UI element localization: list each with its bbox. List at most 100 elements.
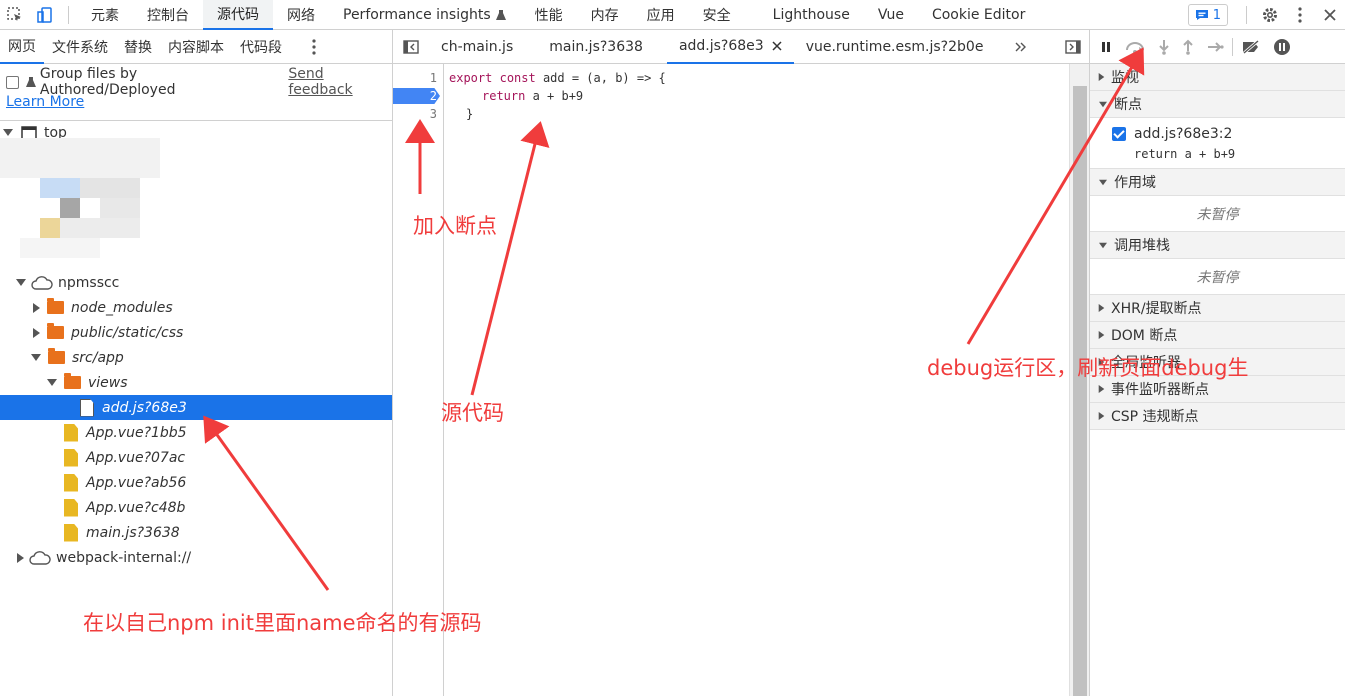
section-call-stack[interactable]: 调用堆栈 [1090, 232, 1345, 259]
close-tab-icon[interactable] [772, 40, 782, 51]
tab-sources[interactable]: 源代码 [203, 0, 273, 30]
editor-tab-label: add.js?68e3 [678, 37, 764, 54]
tree-item-npmsscc[interactable]: npmsscc [0, 270, 392, 295]
pause-on-exceptions-icon[interactable] [1273, 38, 1291, 56]
more-tabs-icon[interactable] [1003, 30, 1039, 64]
tab-vue[interactable]: Vue [864, 0, 918, 30]
tab-security[interactable]: 安全 [689, 0, 745, 30]
pause-icon[interactable] [1100, 41, 1112, 53]
section-breakpoints-label: 断点 [1114, 97, 1142, 113]
tree-label-file: App.vue?c48b [86, 499, 186, 516]
gear-icon[interactable] [1255, 0, 1285, 30]
group-files-option: Group files by Authored/Deployed Send fe… [0, 66, 392, 98]
step-out-icon[interactable] [1182, 39, 1194, 55]
editor-tab[interactable]: vue.runtime.esm.js?2b0e [794, 30, 996, 64]
tab-application[interactable]: 应用 [633, 0, 689, 30]
tab-elements[interactable]: 元素 [77, 0, 133, 30]
section-csp-breakpoints[interactable]: CSP 违规断点 [1090, 403, 1345, 430]
code-keyword: return [482, 89, 526, 103]
code-line-3[interactable]: } [466, 107, 473, 121]
tree-label-file: App.vue?1bb5 [86, 424, 187, 441]
arrow-to-source-code [470, 121, 550, 396]
tree-label-public-css: public/static/css [71, 324, 184, 341]
tree-item-file[interactable]: App.vue?ab56 [0, 470, 392, 495]
section-dom-breakpoints[interactable]: DOM 断点 [1090, 322, 1345, 349]
file-icon [64, 498, 78, 517]
tab-performance[interactable]: 性能 [521, 0, 577, 30]
expand-arrow-icon [33, 302, 40, 313]
editor-tab-active[interactable]: add.js?68e3 [666, 30, 794, 64]
device-toolbar-icon[interactable] [30, 0, 60, 30]
editor-tab[interactable]: ch-main.js [429, 30, 525, 64]
expand-arrow-icon [17, 552, 24, 563]
cloud-icon [31, 275, 53, 290]
scrollbar-thumb[interactable] [1073, 86, 1087, 696]
tree-item-webpack-internal[interactable]: webpack-internal:// [0, 545, 392, 570]
section-breakpoints[interactable]: 断点 [1090, 91, 1345, 118]
code-line-1[interactable]: export const add = (a, b) => { [449, 71, 666, 85]
code-keyword: export [449, 71, 493, 85]
tree-item-file[interactable]: App.vue?07ac [0, 445, 392, 470]
toggle-navigator-icon[interactable] [393, 30, 429, 64]
tree-item-add-js[interactable]: add.js?68e3 [0, 395, 392, 420]
line-number-gutter[interactable]: 1 2 3 [393, 64, 444, 696]
tab-console[interactable]: 控制台 [133, 0, 203, 30]
tree-item-node-modules[interactable]: node_modules [0, 295, 392, 320]
code-keyword: const [499, 71, 536, 85]
inspect-element-icon[interactable] [0, 0, 30, 30]
tree-item-file[interactable]: App.vue?c48b [0, 495, 392, 520]
cloud-icon [29, 550, 51, 565]
tab-page[interactable]: 网页 [0, 30, 44, 64]
step-icon[interactable] [1206, 41, 1224, 53]
editor-tab[interactable]: main.js?3638 [537, 30, 655, 64]
tree-item-public-css[interactable]: public/static/css [0, 320, 392, 345]
collapse-arrow-icon [1099, 101, 1107, 107]
section-xhr-breakpoints[interactable]: XHR/提取断点 [1090, 295, 1345, 322]
tab-lighthouse[interactable]: Lighthouse [759, 0, 864, 30]
section-call-stack-label: 调用堆栈 [1114, 238, 1170, 254]
folder-icon [64, 373, 81, 389]
tab-snippets[interactable]: 代码段 [232, 30, 290, 64]
tab-cookie-editor[interactable]: Cookie Editor [918, 0, 1039, 30]
tab-content-scripts[interactable]: 内容脚本 [160, 30, 232, 64]
tab-overrides[interactable]: 替换 [116, 30, 160, 64]
section-watch-label: 监视 [1111, 70, 1139, 86]
toggle-debugger-icon[interactable] [1057, 30, 1089, 64]
call-stack-not-paused: 未暂停 [1090, 259, 1345, 295]
tree-item-views[interactable]: views [0, 370, 392, 395]
file-icon [64, 473, 78, 492]
folder-icon [47, 323, 64, 339]
step-into-icon[interactable] [1158, 39, 1170, 55]
breakpoint-location[interactable]: add.js?68e3:2 [1134, 126, 1232, 142]
section-watch[interactable]: 监视 [1090, 64, 1345, 91]
section-scope[interactable]: 作用域 [1090, 169, 1345, 196]
tab-network[interactable]: 网络 [273, 0, 329, 30]
deactivate-breakpoints-icon[interactable] [1241, 39, 1261, 54]
learn-more-link[interactable]: Learn More [6, 94, 84, 110]
breakpoint-checkbox[interactable] [1112, 127, 1126, 141]
tree-label-file: App.vue?07ac [86, 449, 186, 466]
more-options-icon[interactable] [1285, 0, 1315, 30]
line-number: 3 [429, 107, 437, 121]
tab-memory[interactable]: 内存 [577, 0, 633, 30]
close-icon[interactable] [1315, 0, 1345, 30]
tree-label-npmsscc: npmsscc [58, 274, 120, 291]
tree-item-file[interactable]: App.vue?1bb5 [0, 420, 392, 445]
annotation-npm-note: 在以自己npm init里面name命名的有源码 [83, 611, 482, 635]
group-files-checkbox[interactable] [6, 75, 19, 89]
file-icon [64, 523, 78, 542]
navigator-more-icon[interactable] [304, 30, 324, 64]
step-over-icon[interactable] [1124, 40, 1146, 54]
code-line-2[interactable]: return a + b+9 [482, 89, 583, 103]
tree-label-file: App.vue?ab56 [86, 474, 187, 491]
folder-icon [48, 348, 65, 364]
issues-badge[interactable]: 1 [1187, 4, 1228, 26]
tree-item-file[interactable]: main.js?3638 [0, 520, 392, 545]
tree-label-node-modules: node_modules [71, 299, 173, 316]
message-icon [1195, 10, 1208, 20]
tree-item-src-app[interactable]: src/app [0, 345, 392, 370]
code-text: a + b+9 [525, 89, 584, 103]
send-feedback-link[interactable]: Send feedback [288, 66, 392, 98]
tab-performance-insights[interactable]: Performance insights [329, 0, 521, 30]
tab-filesystem[interactable]: 文件系统 [44, 30, 116, 64]
